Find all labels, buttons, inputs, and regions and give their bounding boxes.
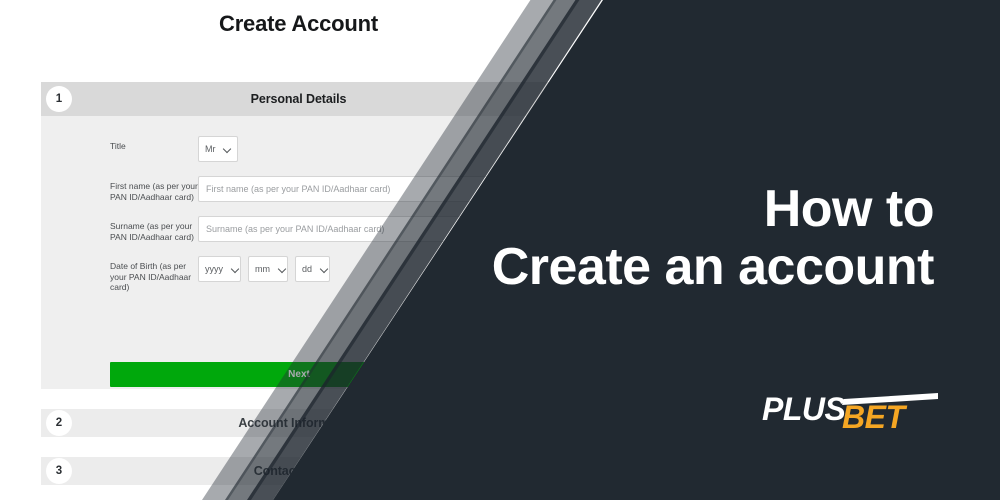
title-select[interactable]: Mr xyxy=(198,136,238,162)
svg-text:BET: BET xyxy=(842,399,907,432)
dob-year-select[interactable]: yyyy xyxy=(198,256,241,282)
dob-month-value: mm xyxy=(255,264,270,274)
title-label: Title xyxy=(110,141,126,151)
plusbet-logo: PLUS BET PLUS BET xyxy=(762,388,938,432)
date-of-birth-label: Date of Birth (as per your PAN ID/Aadhaa… xyxy=(110,261,192,292)
step-1-badge: 1 xyxy=(46,86,72,112)
promo-banner-screenshot: Create Account 1 Personal Details Title … xyxy=(0,0,1000,500)
step-2-badge: 2 xyxy=(46,410,72,436)
first-name-label: First name (as per your PAN ID/Aadhaar c… xyxy=(110,181,198,202)
dob-year-value: yyyy xyxy=(205,264,223,274)
surname-label: Surname (as per your PAN ID/Aadhaar card… xyxy=(110,221,194,242)
dob-month-select[interactable]: mm xyxy=(248,256,288,282)
chevron-down-icon xyxy=(278,265,281,273)
title-select-value: Mr xyxy=(205,144,216,154)
chevron-down-icon xyxy=(224,145,232,153)
headline-line-1: How to xyxy=(763,180,935,238)
banner-headline: How to Create an account xyxy=(294,180,935,296)
page-title: Create Account xyxy=(219,11,378,36)
headline-line-2: Create an account xyxy=(491,238,935,296)
step-3-badge: 3 xyxy=(46,458,72,484)
chevron-down-icon xyxy=(231,265,234,273)
svg-text:PLUS: PLUS xyxy=(762,391,847,427)
